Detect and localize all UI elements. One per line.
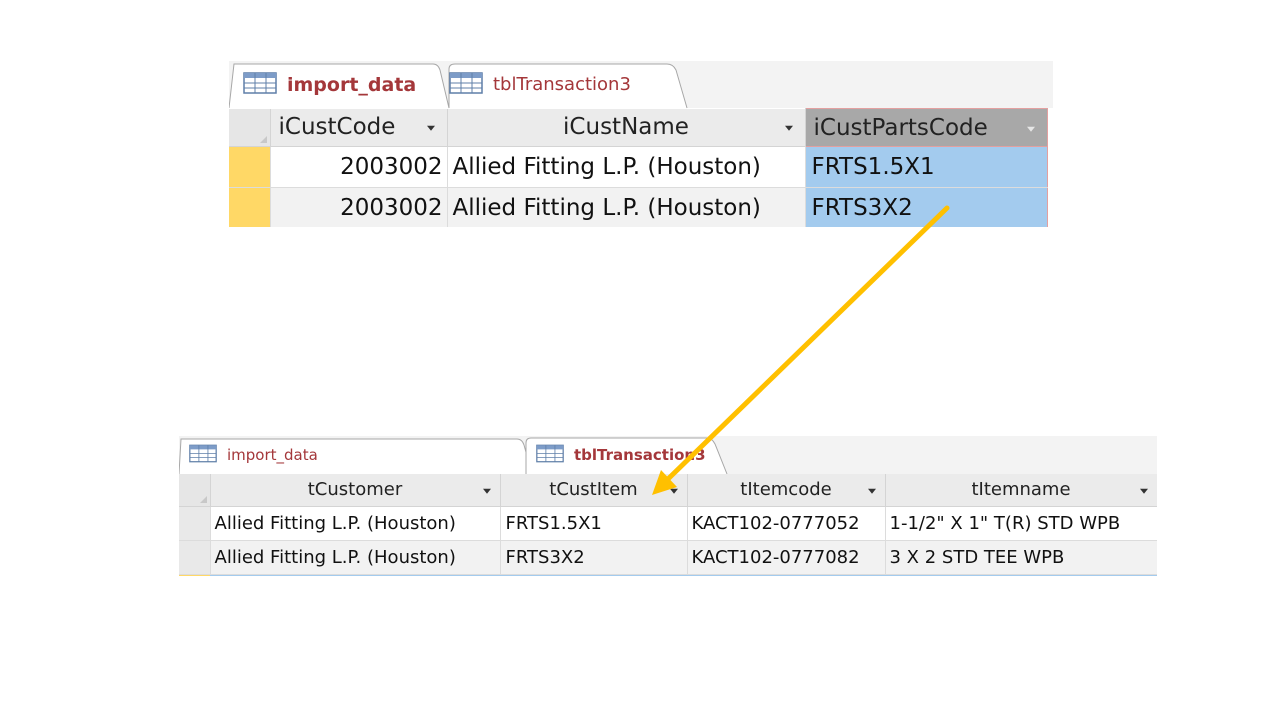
connector-arrow	[652, 205, 950, 495]
arrow-line	[665, 205, 950, 482]
